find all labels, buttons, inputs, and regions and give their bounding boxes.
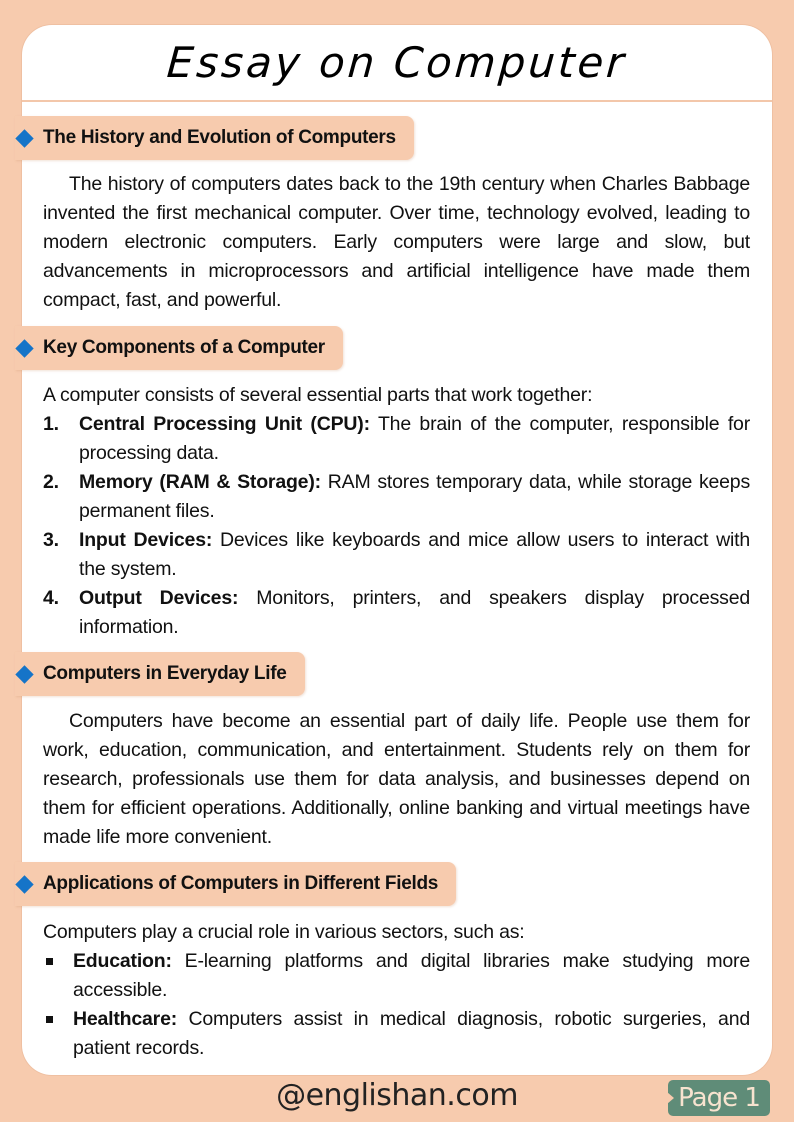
title-area: Essay on Computer bbox=[22, 25, 772, 102]
history-paragraph: The history of computers dates back to t… bbox=[43, 173, 750, 311]
list-item: 3. Input Devices: Devices like keyboards … bbox=[43, 526, 750, 584]
page-title: Essay on Computer bbox=[165, 38, 629, 87]
components-list: 1. Central Processing Unit (CPU): The bra… bbox=[43, 410, 750, 642]
section-heading-text: Computers in Everyday Life bbox=[43, 663, 287, 684]
section-heading-applications: Applications of Computers in Different F… bbox=[15, 862, 457, 906]
list-number: 3. bbox=[43, 529, 59, 551]
components-block: A computer consists of several essential… bbox=[43, 381, 750, 642]
square-bullet-icon bbox=[46, 1016, 53, 1023]
diamond-bullet-icon bbox=[15, 128, 34, 148]
tag-notch-icon bbox=[667, 1092, 674, 1104]
section-heading-text: Key Components of a Computer bbox=[43, 337, 325, 358]
diamond-bullet-icon bbox=[15, 338, 34, 358]
components-intro: A computer consists of several essential… bbox=[43, 384, 593, 406]
section-heading-text: The History and Evolution of Computers bbox=[43, 127, 396, 148]
diamond-bullet-icon bbox=[15, 874, 34, 894]
diamond-bullet-icon bbox=[15, 664, 34, 684]
list-item: 2. Memory (RAM & Storage): RAM stores tem… bbox=[43, 468, 750, 526]
section-heading-history: The History and Evolution of Computers bbox=[15, 116, 414, 160]
list-term: Output Devices: bbox=[79, 587, 239, 609]
list-term: Education: bbox=[73, 950, 172, 972]
list-number: 2. bbox=[43, 471, 59, 493]
page-number-label: Page 1 bbox=[678, 1083, 761, 1113]
list-term: Central Processing Unit (CPU): bbox=[79, 413, 370, 435]
everyday-life-paragraph: Computers have become an essential part … bbox=[43, 710, 750, 848]
list-text: E-learning platforms and digital librari… bbox=[73, 950, 750, 1001]
section-heading-everyday-life: Computers in Everyday Life bbox=[15, 652, 305, 696]
applications-block: Computers play a crucial role in various… bbox=[43, 918, 750, 1063]
applications-list: Education: E-learning platforms and digi… bbox=[43, 947, 750, 1063]
list-term: Memory (RAM & Storage): bbox=[79, 471, 321, 493]
applications-intro: Computers play a crucial role in various… bbox=[43, 921, 525, 943]
section-heading-text: Applications of Computers in Different F… bbox=[43, 873, 439, 894]
list-item: 4. Output Devices: Monitors, printers, an… bbox=[43, 584, 750, 642]
list-item: 1. Central Processing Unit (CPU): The bra… bbox=[43, 410, 750, 468]
list-term: Healthcare: bbox=[73, 1008, 178, 1030]
list-number: 1. bbox=[43, 413, 59, 435]
list-item: Education: E-learning platforms and digi… bbox=[43, 947, 750, 1005]
list-item: Healthcare: Computers assist in medical … bbox=[43, 1005, 750, 1063]
section-heading-components: Key Components of a Computer bbox=[15, 326, 343, 370]
square-bullet-icon bbox=[46, 958, 53, 965]
list-term: Input Devices: bbox=[79, 529, 213, 551]
list-number: 4. bbox=[43, 587, 59, 609]
page-number-badge: Page 1 bbox=[667, 1080, 770, 1116]
